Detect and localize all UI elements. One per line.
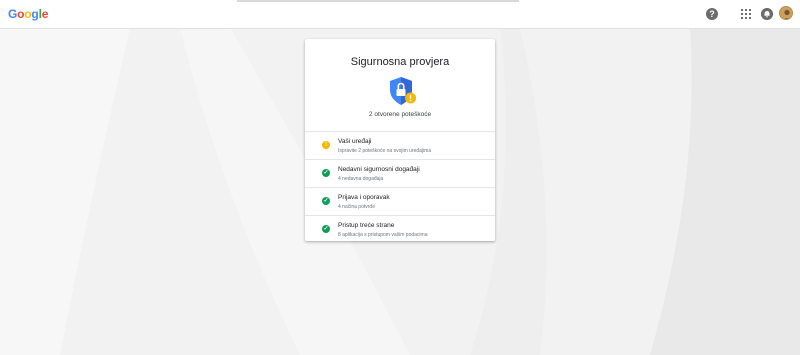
- top-bar: Google ?: [0, 0, 800, 29]
- item-title: Pristup treće strane: [338, 222, 395, 229]
- item-title: Vaši uređaji: [338, 138, 372, 145]
- item-subtitle: Ispravite 2 poteškoće na svojim uređajim…: [338, 148, 432, 154]
- logo-letter: g: [31, 7, 39, 21]
- checkup-item-security-events[interactable]: ✓ Nedavni sigurnosni događaji 4 nedavna …: [305, 159, 495, 187]
- logo-letter: G: [8, 7, 18, 21]
- shield-lock-icon: [390, 77, 416, 105]
- check-icon: ✓: [322, 197, 330, 205]
- item-title: Prijava i oporavak: [338, 194, 390, 201]
- security-checkup-card: Sigurnosna provjera 2 otvorene poteškoće…: [305, 39, 495, 241]
- apps-icon[interactable]: [740, 8, 752, 20]
- avatar-image: [780, 7, 792, 19]
- loading-line: [237, 0, 519, 2]
- checkup-item-devices[interactable]: ! Vaši uređaji Ispravite 2 poteškoće na …: [305, 131, 495, 159]
- checkup-list: ! Vaši uređaji Ispravite 2 poteškoće na …: [305, 131, 495, 243]
- item-subtitle: 4 nedavna događaja: [338, 176, 384, 182]
- google-logo[interactable]: Google: [8, 7, 48, 21]
- item-title: Nedavni sigurnosni događaji: [338, 166, 420, 173]
- check-icon: ✓: [322, 225, 330, 233]
- item-subtitle: 8 aplikacija s pristupom vašim podacima: [338, 232, 428, 238]
- checkup-item-sign-in-recovery[interactable]: ✓ Prijava i oporavak 4 načina potvrde: [305, 187, 495, 215]
- avatar[interactable]: [779, 6, 793, 20]
- check-icon: ✓: [322, 169, 330, 177]
- logo-letter: e: [41, 7, 49, 21]
- warning-icon: !: [322, 141, 330, 149]
- card-title: Sigurnosna provjera: [350, 56, 450, 68]
- notifications-icon[interactable]: [761, 8, 773, 20]
- item-subtitle: 4 načina potvrde: [338, 204, 375, 210]
- logo-letter: o: [24, 7, 32, 21]
- help-icon[interactable]: ?: [706, 8, 718, 20]
- open-issues-summary: 2 otvorene poteškoće: [368, 111, 432, 118]
- checkup-item-third-party-access[interactable]: ✓ Pristup treće strane 8 aplikacija s pr…: [305, 215, 495, 243]
- logo-letter: o: [17, 7, 25, 21]
